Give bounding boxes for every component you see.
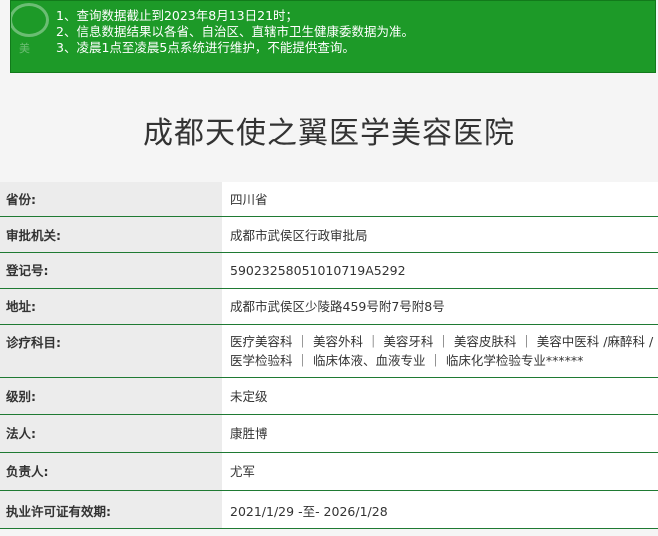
- table-row-level: 级别: 未定级: [0, 378, 658, 415]
- table-row-address: 地址: 成都市武侯区少陵路459号附7号附8号: [0, 289, 658, 325]
- row-label: 负责人:: [0, 453, 222, 490]
- notice-line-2: 2、信息数据结果以各省、自治区、直辖市卫生健康委数据为准。: [56, 24, 414, 39]
- row-label: 执业许可证有效期:: [0, 491, 222, 528]
- row-value: 成都市武侯区少陵路459号附7号附8号: [222, 289, 658, 324]
- row-value: 四川省: [222, 182, 658, 216]
- row-value: 尤军: [222, 453, 658, 490]
- row-label: 地址:: [0, 289, 222, 324]
- row-label: 省份:: [0, 182, 222, 216]
- row-value: 康胜博: [222, 415, 658, 452]
- row-value: 医疗美容科 ｜ 美容外科 ｜ 美容牙科 ｜ 美容皮肤科 ｜ 美容中医科 /麻醉科…: [222, 325, 658, 377]
- notice-banner: 美 1、查询数据截止到2023年8月13日21时； 2、信息数据结果以各省、自治…: [10, 0, 656, 73]
- page-title: 成都天使之翼医学美容医院: [143, 116, 515, 151]
- watermark-logo-icon: 美: [11, 1, 51, 73]
- row-value: 未定级: [222, 378, 658, 414]
- table-row-license-validity: 执业许可证有效期: 2021/1/29 -至- 2026/1/28: [0, 491, 658, 529]
- row-label: 法人:: [0, 415, 222, 452]
- notice-line-1: 1、查询数据截止到2023年8月13日21时；: [56, 8, 299, 23]
- row-label: 审批机关:: [0, 217, 222, 252]
- row-value: 59023258051010719A5292: [222, 253, 658, 288]
- info-table: 省份: 四川省 审批机关: 成都市武侯区行政审批局 登记号: 590232580…: [0, 182, 658, 529]
- row-value: 成都市武侯区行政审批局: [222, 217, 658, 252]
- table-row-legal-rep: 法人: 康胜博: [0, 415, 658, 453]
- row-label: 诊疗科目:: [0, 325, 222, 377]
- table-row-province: 省份: 四川省: [0, 182, 658, 217]
- table-row-authority: 审批机关: 成都市武侯区行政审批局: [0, 217, 658, 253]
- row-label: 级别:: [0, 378, 222, 414]
- row-label: 登记号:: [0, 253, 222, 288]
- table-row-departments: 诊疗科目: 医疗美容科 ｜ 美容外科 ｜ 美容牙科 ｜ 美容皮肤科 ｜ 美容中医…: [0, 325, 658, 378]
- table-row-registration: 登记号: 59023258051010719A5292: [0, 253, 658, 289]
- notice-line-3: 3、凌晨1点至凌晨5点系统进行维护，不能提供查询。: [56, 40, 355, 55]
- row-value: 2021/1/29 -至- 2026/1/28: [222, 491, 658, 528]
- table-row-person-in-charge: 负责人: 尤军: [0, 453, 658, 491]
